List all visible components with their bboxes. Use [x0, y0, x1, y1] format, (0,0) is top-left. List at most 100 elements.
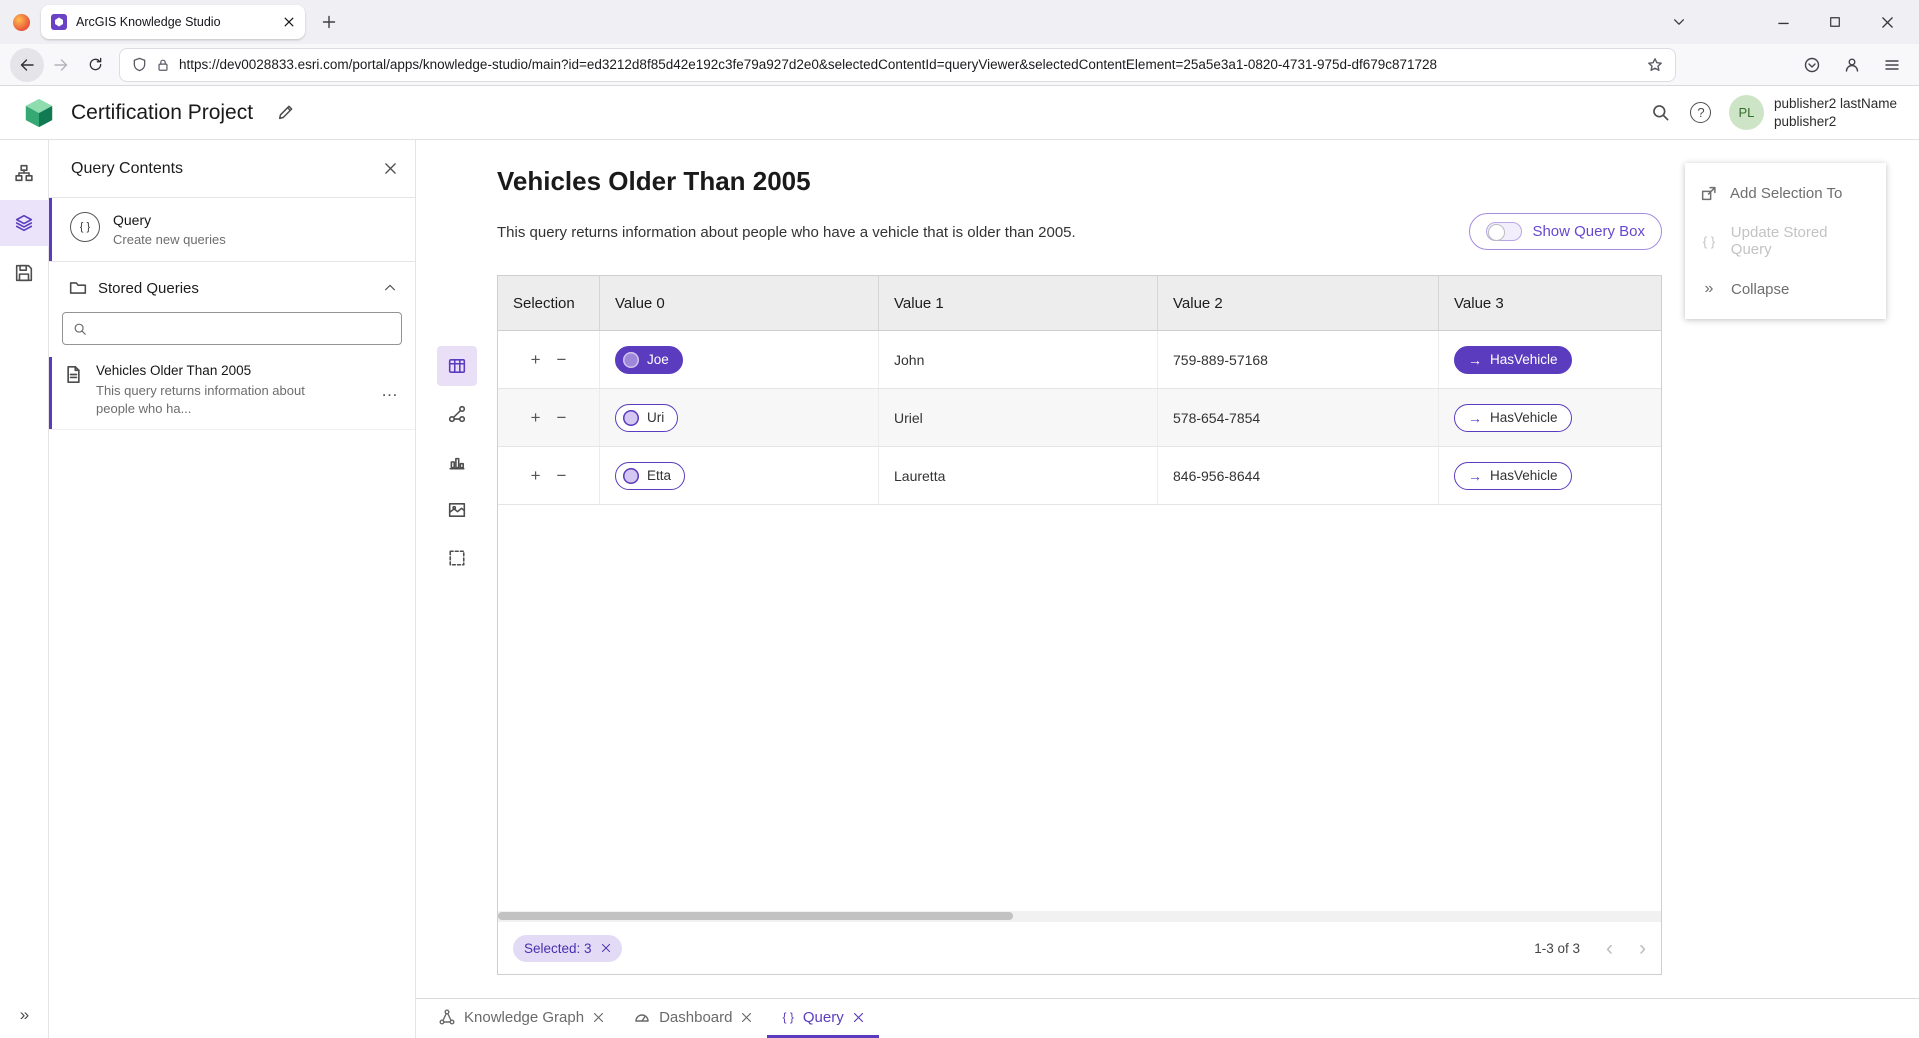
column-header[interactable]: Value 3 — [1439, 276, 1661, 330]
remove-from-selection-button[interactable]: − — [557, 351, 567, 368]
chart-icon — [448, 453, 466, 471]
results-table: Selection Value 0 Value 1 Value 2 Value … — [497, 275, 1662, 975]
relationship-label: HasVehicle — [1490, 468, 1558, 483]
map-view-button[interactable] — [437, 490, 477, 530]
browser-tab[interactable]: ArcGIS Knowledge Studio — [41, 5, 305, 39]
relationship-label: HasVehicle — [1490, 410, 1558, 425]
list-all-tabs-button[interactable] — [1657, 5, 1701, 39]
close-panel-icon[interactable] — [384, 162, 397, 175]
rail-item-save[interactable] — [0, 250, 49, 296]
result-view-toolbar — [437, 346, 477, 578]
user-info[interactable]: publisher2 lastName publisher2 — [1774, 95, 1897, 130]
tab-close-icon[interactable] — [283, 16, 295, 28]
tab-query[interactable]: { } Query — [767, 999, 878, 1038]
query-title: Vehicles Older Than 2005 — [497, 166, 811, 197]
relationship-pill[interactable]: → HasVehicle — [1454, 462, 1572, 490]
column-header[interactable]: Value 0 — [600, 276, 879, 330]
stored-query-item[interactable]: Vehicles Older Than 2005 This query retu… — [49, 359, 415, 430]
maximize-button[interactable] — [1813, 5, 1857, 39]
back-button[interactable] — [10, 48, 44, 82]
query-contents-panel: Query Contents { } Query Create new quer… — [49, 140, 416, 1038]
horizontal-scrollbar[interactable] — [498, 911, 1661, 922]
account-button[interactable] — [1835, 48, 1869, 82]
previous-page-button[interactable]: ‹ — [1606, 938, 1613, 959]
entity-pill[interactable]: Etta — [615, 462, 685, 490]
tab-title: ArcGIS Knowledge Studio — [76, 15, 274, 29]
minimize-button[interactable] — [1761, 5, 1805, 39]
selected-count-chip[interactable]: Selected: 3 — [513, 935, 622, 962]
chart-view-button[interactable] — [437, 442, 477, 482]
shield-icon[interactable] — [132, 57, 147, 72]
stored-queries-header[interactable]: Stored Queries — [49, 262, 415, 306]
forward-button[interactable] — [44, 48, 78, 82]
column-header[interactable]: Value 2 — [1158, 276, 1439, 330]
dashboard-gauge-icon — [634, 1009, 650, 1025]
pocket-button[interactable] — [1795, 48, 1829, 82]
add-to-selection-button[interactable]: + — [531, 467, 541, 484]
url-bar[interactable]: https://dev0028833.esri.com/portal/apps/… — [120, 49, 1675, 81]
double-chevron-right-icon: » — [1700, 280, 1718, 298]
link-chart-icon — [448, 405, 466, 423]
entity-label: Etta — [647, 468, 671, 483]
tab-knowledge-graph[interactable]: Knowledge Graph — [424, 999, 619, 1038]
select-tool-button[interactable] — [437, 538, 477, 578]
show-query-box-label: Show Query Box — [1532, 223, 1645, 240]
rail-item-contents[interactable] — [0, 200, 49, 246]
account-icon — [1844, 57, 1860, 73]
close-tab-icon[interactable] — [853, 1012, 864, 1023]
menu-item-update-stored-query[interactable]: { } Update Stored Query — [1685, 217, 1886, 265]
toggle-switch-icon[interactable] — [1486, 222, 1522, 241]
overflow-menu-icon[interactable]: … — [381, 381, 399, 401]
rail-item-data-model[interactable] — [0, 150, 49, 196]
user-avatar[interactable]: PL — [1729, 95, 1764, 130]
scrollbar-thumb[interactable] — [498, 912, 1013, 920]
link-chart-view-button[interactable] — [437, 394, 477, 434]
cell-value-2: 846-956-8644 — [1158, 447, 1439, 504]
app-menu-button[interactable] — [1875, 48, 1909, 82]
close-tab-icon[interactable] — [593, 1012, 604, 1023]
entity-dot-icon — [623, 410, 639, 426]
close-tab-icon[interactable] — [741, 1012, 752, 1023]
new-query-item[interactable]: { } Query Create new queries — [49, 198, 415, 262]
new-tab-button[interactable] — [313, 6, 345, 38]
menu-item-add-selection-to[interactable]: Add Selection To — [1685, 169, 1886, 217]
entity-pill[interactable]: Joe — [615, 346, 683, 374]
close-icon — [1881, 16, 1894, 29]
help-button[interactable]: ? — [1681, 93, 1721, 133]
reload-button[interactable] — [78, 48, 112, 82]
clear-selection-icon[interactable] — [601, 943, 611, 953]
action-rail: » — [0, 140, 49, 1038]
lock-icon[interactable] — [156, 58, 170, 72]
browser-navbar: https://dev0028833.esri.com/portal/apps/… — [0, 44, 1919, 86]
column-header[interactable]: Selection — [498, 276, 600, 330]
menu-item-collapse[interactable]: » Collapse — [1685, 265, 1886, 313]
chevron-up-icon[interactable] — [383, 281, 397, 295]
edit-pencil-icon[interactable] — [277, 104, 294, 121]
tab-dashboard[interactable]: Dashboard — [619, 999, 767, 1038]
column-header[interactable]: Value 1 — [879, 276, 1158, 330]
navbar-right-buttons — [1795, 48, 1909, 82]
url-text[interactable]: https://dev0028833.esri.com/portal/apps/… — [179, 57, 1638, 72]
browser-window: ArcGIS Knowledge Studio — [0, 0, 1919, 1038]
show-query-box-toggle[interactable]: Show Query Box — [1469, 213, 1662, 250]
menu-item-label: Update Stored Query — [1731, 224, 1871, 258]
table-view-button[interactable] — [437, 346, 477, 386]
remove-from-selection-button[interactable]: − — [557, 467, 567, 484]
relationship-pill[interactable]: → HasVehicle — [1454, 404, 1572, 432]
relationship-arrow-icon: → — [1468, 469, 1482, 483]
bookmark-star-icon[interactable] — [1647, 57, 1663, 73]
tab-label: Dashboard — [659, 1009, 732, 1026]
add-to-selection-button[interactable]: + — [531, 409, 541, 426]
add-to-selection-button[interactable]: + — [531, 351, 541, 368]
remove-from-selection-button[interactable]: − — [557, 409, 567, 426]
close-window-button[interactable] — [1865, 5, 1909, 39]
search-button[interactable] — [1641, 93, 1681, 133]
tab-label: Query — [803, 1009, 844, 1026]
expand-rail-button[interactable]: » — [0, 1000, 49, 1030]
relationship-pill[interactable]: → HasVehicle — [1454, 346, 1572, 374]
map-image-icon — [448, 501, 466, 519]
pocket-icon — [1804, 57, 1820, 73]
next-page-button[interactable]: › — [1639, 938, 1646, 959]
stored-queries-search-input[interactable] — [96, 321, 391, 337]
entity-pill[interactable]: Uri — [615, 404, 678, 432]
